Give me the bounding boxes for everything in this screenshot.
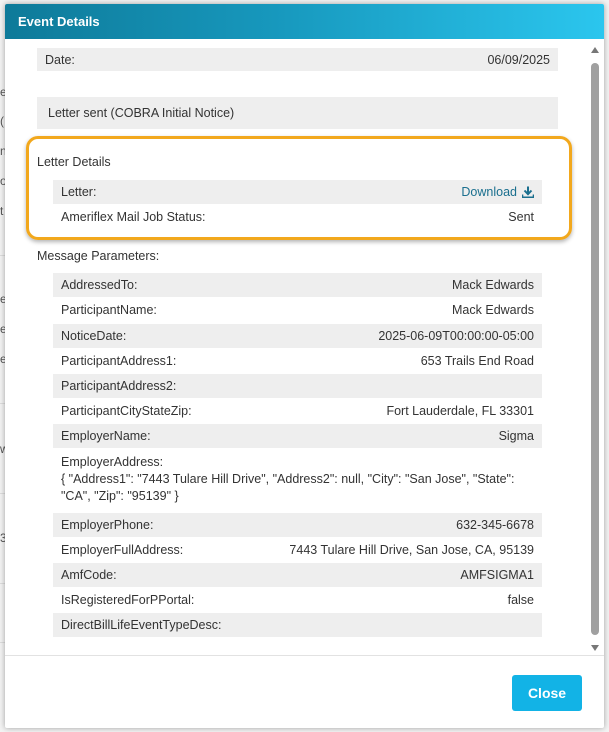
parameter-row: EmployerName: Sigma	[53, 424, 542, 448]
parameter-value: AMFSIGMA1	[460, 568, 534, 582]
parameter-label: ParticipantAddress1:	[61, 354, 177, 368]
employer-address-label: EmployerAddress:	[61, 455, 164, 469]
parameter-row: IsRegisteredForPPortal: false	[53, 588, 542, 612]
parameter-label: EmployerName:	[61, 429, 151, 443]
dialog-body[interactable]: Date: 06/09/2025 Letter sent (COBRA Init…	[5, 39, 604, 655]
parameter-label: ParticipantAddress2:	[61, 379, 177, 393]
parameter-value: 653 Trails End Road	[420, 354, 534, 368]
letter-row: Letter: Download	[53, 180, 542, 204]
parameter-label: NoticeDate:	[61, 329, 127, 343]
parameter-row: NoticeDate: 2025-06-09T00:00:00-05:00	[53, 324, 542, 348]
parameter-value: 2025-06-09T00:00:00-05:00	[378, 329, 534, 343]
vertical-scrollbar[interactable]	[590, 47, 600, 651]
parameter-value: false	[507, 593, 534, 607]
parameter-label: ParticipantCityStateZip:	[61, 404, 192, 418]
parameter-label: EmployerPhone:	[61, 518, 154, 532]
parameter-row: ParticipantAddress1: 653 Trails End Road	[53, 349, 542, 373]
parameter-value: Fort Lauderdale, FL 33301	[386, 404, 534, 418]
letter-sent-row: Letter sent (COBRA Initial Notice)	[37, 97, 558, 129]
parameter-row: AmfCode: AMFSIGMA1	[53, 563, 542, 587]
message-parameters-heading: Message Parameters:	[37, 249, 160, 263]
download-link[interactable]: Download	[461, 185, 534, 199]
parameter-value: 7443 Tulare Hill Drive, San Jose, CA, 95…	[289, 543, 534, 557]
letter-label: Letter:	[61, 185, 97, 199]
parameter-value: Mack Edwards	[452, 303, 534, 317]
date-row: Date: 06/09/2025	[37, 48, 558, 71]
parameter-row: ParticipantAddress2:	[53, 374, 542, 398]
letter-sent-text: Letter sent (COBRA Initial Notice)	[48, 106, 235, 120]
download-label: Download	[461, 185, 517, 199]
parameter-row: AddressedTo: Mack Edwards	[53, 273, 542, 297]
employer-address-row: EmployerAddress: { "Address1": "7443 Tul…	[53, 448, 542, 510]
parameter-row: EmployerPhone: 632-345-6678	[53, 513, 542, 537]
letter-details-heading: Letter Details	[37, 155, 111, 169]
parameter-row: DirectBillLifeEventTypeDesc:	[53, 613, 542, 637]
date-value: 06/09/2025	[487, 52, 550, 67]
employer-address-value: { "Address1": "7443 Tulare Hill Drive", …	[61, 472, 515, 503]
date-label: Date:	[45, 52, 75, 67]
scroll-up-icon[interactable]	[591, 47, 599, 53]
dialog-footer: Close	[5, 655, 604, 728]
parameter-value: 632-345-6678	[456, 518, 534, 532]
dialog-header: Event Details	[5, 4, 604, 39]
mail-job-status-label: Ameriflex Mail Job Status:	[61, 210, 206, 224]
event-details-dialog: Event Details Date: 06/09/2025 Letter se…	[5, 4, 604, 728]
parameter-value: Sigma	[498, 429, 534, 443]
parameter-label: IsRegisteredForPPortal:	[61, 593, 195, 607]
parameter-label: AmfCode:	[61, 568, 117, 582]
scroll-down-icon[interactable]	[591, 645, 599, 651]
download-icon	[522, 186, 534, 198]
parameter-label: EmployerFullAddress:	[61, 543, 184, 557]
parameter-label: DirectBillLifeEventTypeDesc:	[61, 618, 222, 632]
mail-job-status-value: Sent	[508, 210, 534, 224]
parameter-row: EmployerFullAddress: 7443 Tulare Hill Dr…	[53, 538, 542, 562]
close-button[interactable]: Close	[512, 675, 582, 711]
parameter-row: ParticipantCityStateZip: Fort Lauderdale…	[53, 399, 542, 423]
scrollbar-thumb[interactable]	[591, 63, 599, 635]
dialog-title: Event Details	[18, 14, 100, 29]
mail-job-status-row: Ameriflex Mail Job Status: Sent	[53, 205, 542, 229]
parameter-value: Mack Edwards	[452, 278, 534, 292]
parameter-row: ParticipantName: Mack Edwards	[53, 298, 542, 322]
parameter-label: AddressedTo:	[61, 278, 138, 292]
parameter-label: ParticipantName:	[61, 303, 157, 317]
